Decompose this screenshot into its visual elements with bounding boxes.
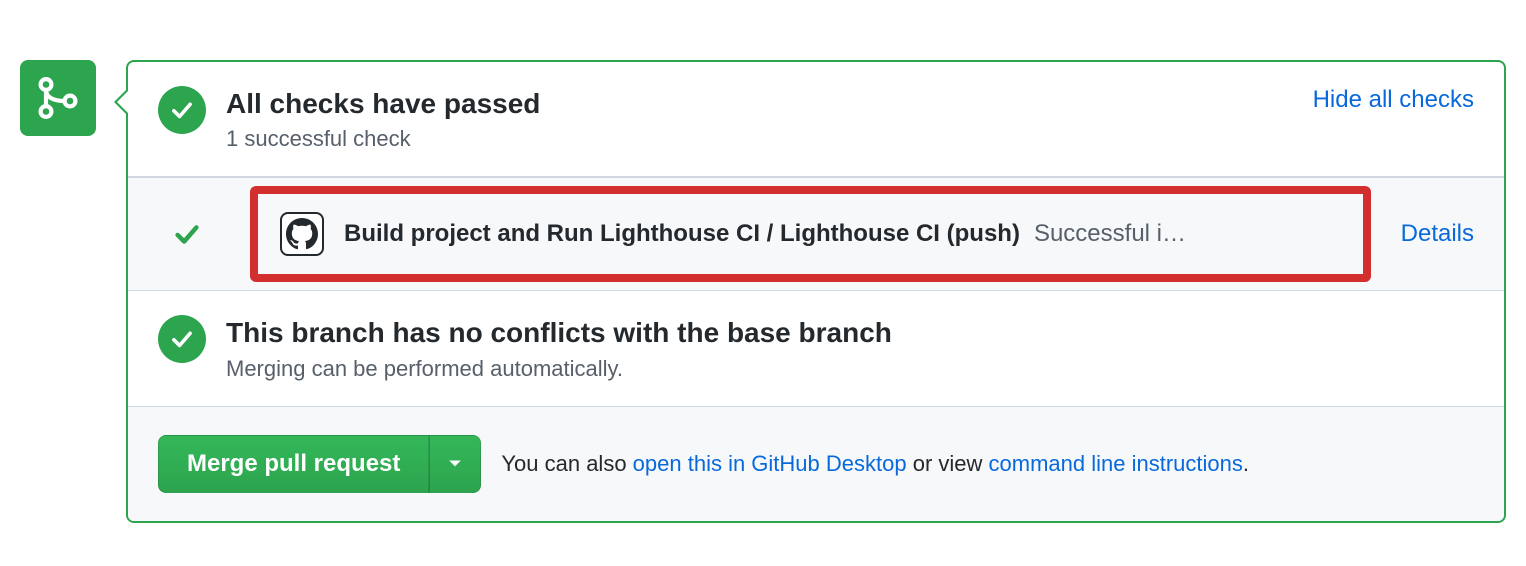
footer-text-prefix: You can also (501, 451, 632, 476)
merge-footer-text: You can also open this in GitHub Desktop… (501, 451, 1249, 477)
checks-summary-section: All checks have passed 1 successful chec… (128, 62, 1504, 177)
conflicts-subtitle: Merging can be performed automatically. (226, 356, 1474, 382)
github-actions-icon (280, 212, 324, 256)
check-details-link[interactable]: Details (1401, 220, 1474, 248)
footer-text-mid: or view (907, 451, 989, 476)
footer-text-suffix: . (1243, 451, 1249, 476)
checks-title: All checks have passed (226, 86, 1293, 122)
merge-button-group: Merge pull request (158, 435, 481, 493)
cli-instructions-link[interactable]: command line instructions (989, 451, 1243, 476)
check-status: Successful i… (1034, 220, 1186, 248)
merge-pull-request-button[interactable]: Merge pull request (158, 435, 429, 493)
highlighted-check: Build project and Run Lighthouse CI / Li… (250, 186, 1371, 282)
merge-status-icon (20, 60, 96, 136)
check-name[interactable]: Build project and Run Lighthouse CI / Li… (344, 220, 1020, 248)
git-merge-icon (34, 74, 82, 122)
conflicts-title: This branch has no conflicts with the ba… (226, 315, 1474, 351)
open-desktop-link[interactable]: open this in GitHub Desktop (633, 451, 907, 476)
success-badge (158, 315, 206, 363)
check-item-row: Build project and Run Lighthouse CI / Li… (128, 177, 1504, 291)
check-icon (169, 97, 195, 123)
success-badge (158, 86, 206, 134)
merge-options-dropdown[interactable] (429, 435, 481, 493)
check-success-icon (172, 219, 202, 249)
checks-subtitle: 1 successful check (226, 126, 1293, 152)
hide-checks-link[interactable]: Hide all checks (1313, 86, 1474, 114)
caret-down-icon (448, 459, 462, 469)
merge-status-panel: All checks have passed 1 successful chec… (126, 60, 1506, 523)
merge-footer: Merge pull request You can also open thi… (128, 406, 1504, 521)
check-icon (169, 326, 195, 352)
conflicts-section: This branch has no conflicts with the ba… (128, 291, 1504, 405)
